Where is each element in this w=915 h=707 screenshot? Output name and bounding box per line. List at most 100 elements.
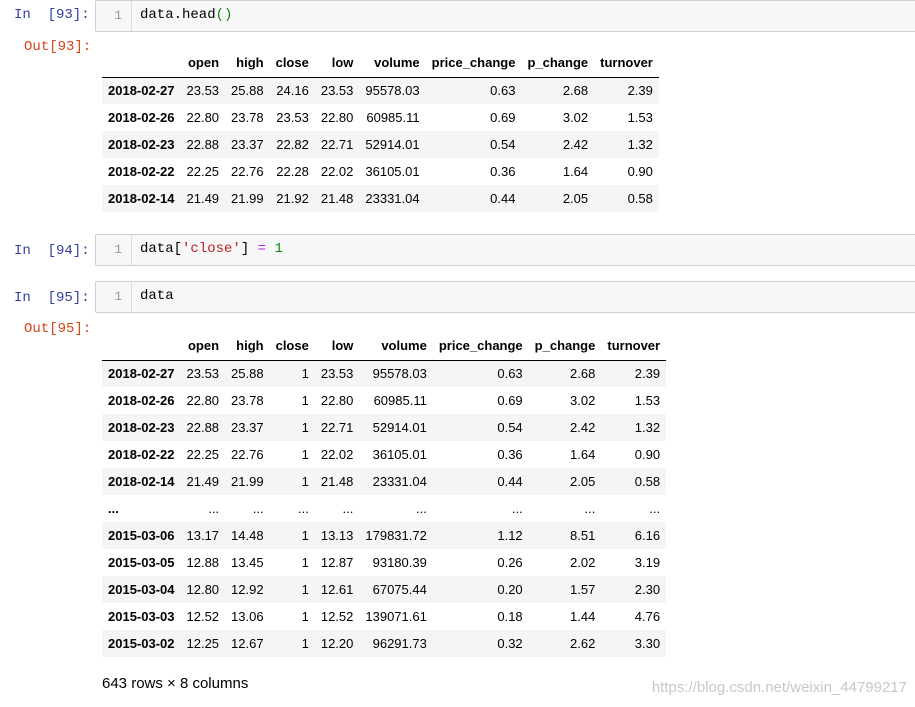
table-row: 2015-03-03 12.52 13.06 1 12.52 139071.61 0.18 1… <box>102 603 666 630</box>
header-row: open high close low volume price_change p_chan… <box>102 49 659 78</box>
table-cell: ... <box>511 501 523 516</box>
table-cell: ... <box>416 501 427 516</box>
table-cell: 1 <box>301 474 309 489</box>
table-cell: 2.68 <box>570 366 596 382</box>
row-index: ... <box>108 501 119 516</box>
table-cell: 0.36 <box>497 447 523 462</box>
table-cell: 139071.61 <box>365 609 427 624</box>
table-cell: 2.39 <box>634 366 661 382</box>
index-header <box>102 49 181 78</box>
table-row: 2015-03-06 13.17 14.48 1 13.13 179831.72 1.12 8… <box>102 522 667 549</box>
table-cell: 23.78 <box>231 110 264 125</box>
table-cell: 22.02 <box>320 447 354 462</box>
code-token: ] <box>240 241 258 257</box>
table-cell: 1.53 <box>627 110 653 125</box>
table-cell: 23.37 <box>231 420 264 435</box>
table-cell: 2.02 <box>570 555 596 570</box>
table-cell: ... <box>208 501 220 516</box>
table-cell: 22.80 <box>320 110 354 125</box>
table-cell: 0.69 <box>497 393 523 408</box>
table-cell: 22.88 <box>186 137 220 152</box>
table-cell: 60985.11 <box>373 393 427 408</box>
table-cell: 1.53 <box>634 393 661 408</box>
column-header: price_change <box>425 49 522 78</box>
table-cell: 22.02 <box>320 164 354 179</box>
code-token-paren: () <box>215 7 233 23</box>
table-cell: 0.26 <box>497 555 523 570</box>
table-cell: 1 <box>301 366 309 382</box>
column-header: volume <box>359 49 426 78</box>
table-row: 2015-03-04 12.80 12.92 1 12.61 67075.44 0.20 1.… <box>102 576 667 603</box>
table-cell: 2.42 <box>562 137 589 152</box>
row-index: 2015-03-02 <box>108 636 175 651</box>
code-input-94[interactable]: 1 data['close'] = 1 <box>95 234 915 266</box>
in-prompt-93: In [93]: <box>14 7 90 23</box>
table-cell: 22.80 <box>186 110 220 125</box>
line-number: 1 <box>114 289 122 304</box>
table-cell: 0.90 <box>634 447 661 462</box>
table-cell: 0.63 <box>490 83 516 99</box>
column-header: close <box>269 49 315 78</box>
table-cell: 22.80 <box>186 393 220 408</box>
table-cell: 36105.01 <box>365 164 420 179</box>
table-cell: 23.53 <box>276 110 309 125</box>
table-cell: 21.99 <box>231 474 264 489</box>
table-row: ........................... <box>102 495 666 522</box>
table-row: 2015-03-05 12.88 13.45 1 12.87 93180.39 0.26 2.… <box>102 549 666 576</box>
table-cell: 12.20 <box>320 636 354 651</box>
table-cell: 21.49 <box>186 191 220 206</box>
row-index: 2018-02-26 <box>108 393 175 408</box>
column-header: turnover <box>601 332 667 361</box>
table-cell: 1 <box>301 447 309 462</box>
table-cell: 52914.01 <box>372 420 427 435</box>
header-row: open high close low volume price_change p_chan… <box>102 332 667 361</box>
code-input-95[interactable]: 1 data <box>95 281 915 313</box>
table-cell: 22.76 <box>231 447 264 462</box>
table-cell: ... <box>252 501 264 516</box>
table-cell: 179831.72 <box>365 528 427 543</box>
table-cell: ... <box>342 501 354 516</box>
in-prompt-95: In [95]: <box>14 290 90 306</box>
table-cell: 13.06 <box>231 609 264 624</box>
table-cell: 0.44 <box>490 191 516 206</box>
code-input-93[interactable]: 1 data.head() <box>95 0 915 32</box>
code-line: data <box>140 289 174 303</box>
table-row: 2018-02-14 21.49 21.99 21.92 21.48 23331.04 0.… <box>102 185 659 212</box>
table-cell: 12.67 <box>231 636 264 651</box>
table-cell: 0.18 <box>497 609 523 624</box>
row-index: 2018-02-14 <box>108 191 175 206</box>
table-cell: 3.19 <box>634 555 661 570</box>
column-header: high <box>225 332 270 361</box>
table-cell: 25.88 <box>231 83 264 99</box>
line-number: 1 <box>114 242 122 257</box>
table-cell: 2.05 <box>562 191 589 206</box>
table-cell: 23.78 <box>231 393 264 408</box>
code-token-number: 1 <box>274 241 283 257</box>
dataframe-output-93: open high close low volume price_change p_chan… <box>102 49 659 212</box>
table-row: 2018-02-27 23.53 25.88 1 23.53 95578.03 0.63 2.… <box>102 360 667 387</box>
table-cell: 22.25 <box>186 447 220 462</box>
table-cell: 0.63 <box>497 366 523 382</box>
table-cell: 13.45 <box>231 555 264 570</box>
row-index: 2018-02-14 <box>108 474 175 489</box>
table-cell: 23331.04 <box>372 474 427 489</box>
line-gutter: 1 <box>96 235 132 265</box>
table-cell: 23.53 <box>320 83 354 99</box>
table-cell: 21.92 <box>276 191 309 206</box>
index-header <box>102 332 181 361</box>
row-index: 2018-02-23 <box>108 137 175 152</box>
table-cell: 2.05 <box>570 474 596 489</box>
table-cell: 21.49 <box>186 474 220 489</box>
table-cell: 93180.39 <box>372 555 427 570</box>
code-token: data <box>140 288 174 304</box>
table-cell: 12.88 <box>186 555 220 570</box>
table-cell: 22.76 <box>231 164 264 179</box>
table-cell: 67075.44 <box>372 582 427 597</box>
table-cell: 0.54 <box>497 420 523 435</box>
dataframe-shape-summary: 643 rows × 8 columns <box>102 675 249 692</box>
column-header: p_change <box>521 49 595 78</box>
table-cell: 95578.03 <box>372 366 427 382</box>
table-cell: 22.82 <box>276 137 309 152</box>
table-cell: 23.53 <box>186 83 220 99</box>
table-cell: 12.52 <box>186 609 220 624</box>
